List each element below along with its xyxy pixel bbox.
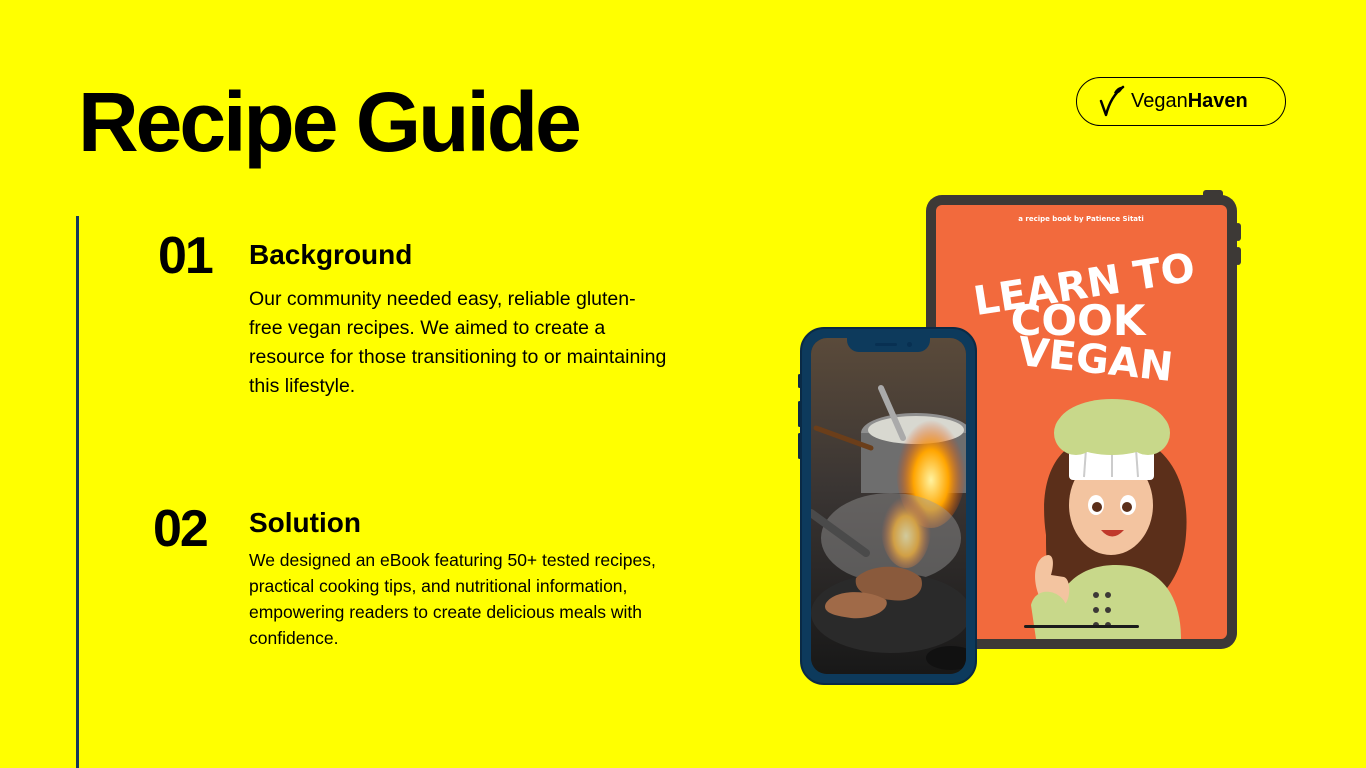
brand-name-regular: Vegan (1131, 90, 1188, 112)
leaf-icon (1099, 85, 1125, 116)
accent-divider (76, 216, 79, 768)
section-heading-background: Background (249, 239, 413, 270)
section-body-background: Our community needed easy, reliable glut… (249, 288, 667, 397)
section-heading-solution: Solution (249, 507, 361, 538)
cooking-photo (811, 338, 966, 674)
section-number: 01 (158, 227, 214, 285)
page-title: Recipe Guide (78, 75, 582, 169)
phone-mockup (798, 327, 977, 685)
ebook-byline: a recipe book by Patience Sitati (1018, 215, 1144, 223)
brand-name-bold: Haven (1187, 90, 1248, 112)
section-body-solution: We designed an eBook featuring 50+ teste… (249, 550, 656, 648)
ebook-cover: a recipe book by Patience Sitati LEARN T… (936, 205, 1227, 639)
ebook-cover-art: a recipe book by Patience Sitati LEARN T… (970, 215, 1198, 639)
section-number: 02 (153, 500, 209, 558)
chef-illustration (1031, 399, 1187, 639)
brand-badge: Vegan Haven (1076, 77, 1286, 126)
slide: Recipe Guide Vegan Haven 01 Background Ou… (0, 0, 1366, 768)
cooking-photo-art (811, 338, 966, 674)
ebook-title-line3: VEGAN (1016, 329, 1176, 391)
